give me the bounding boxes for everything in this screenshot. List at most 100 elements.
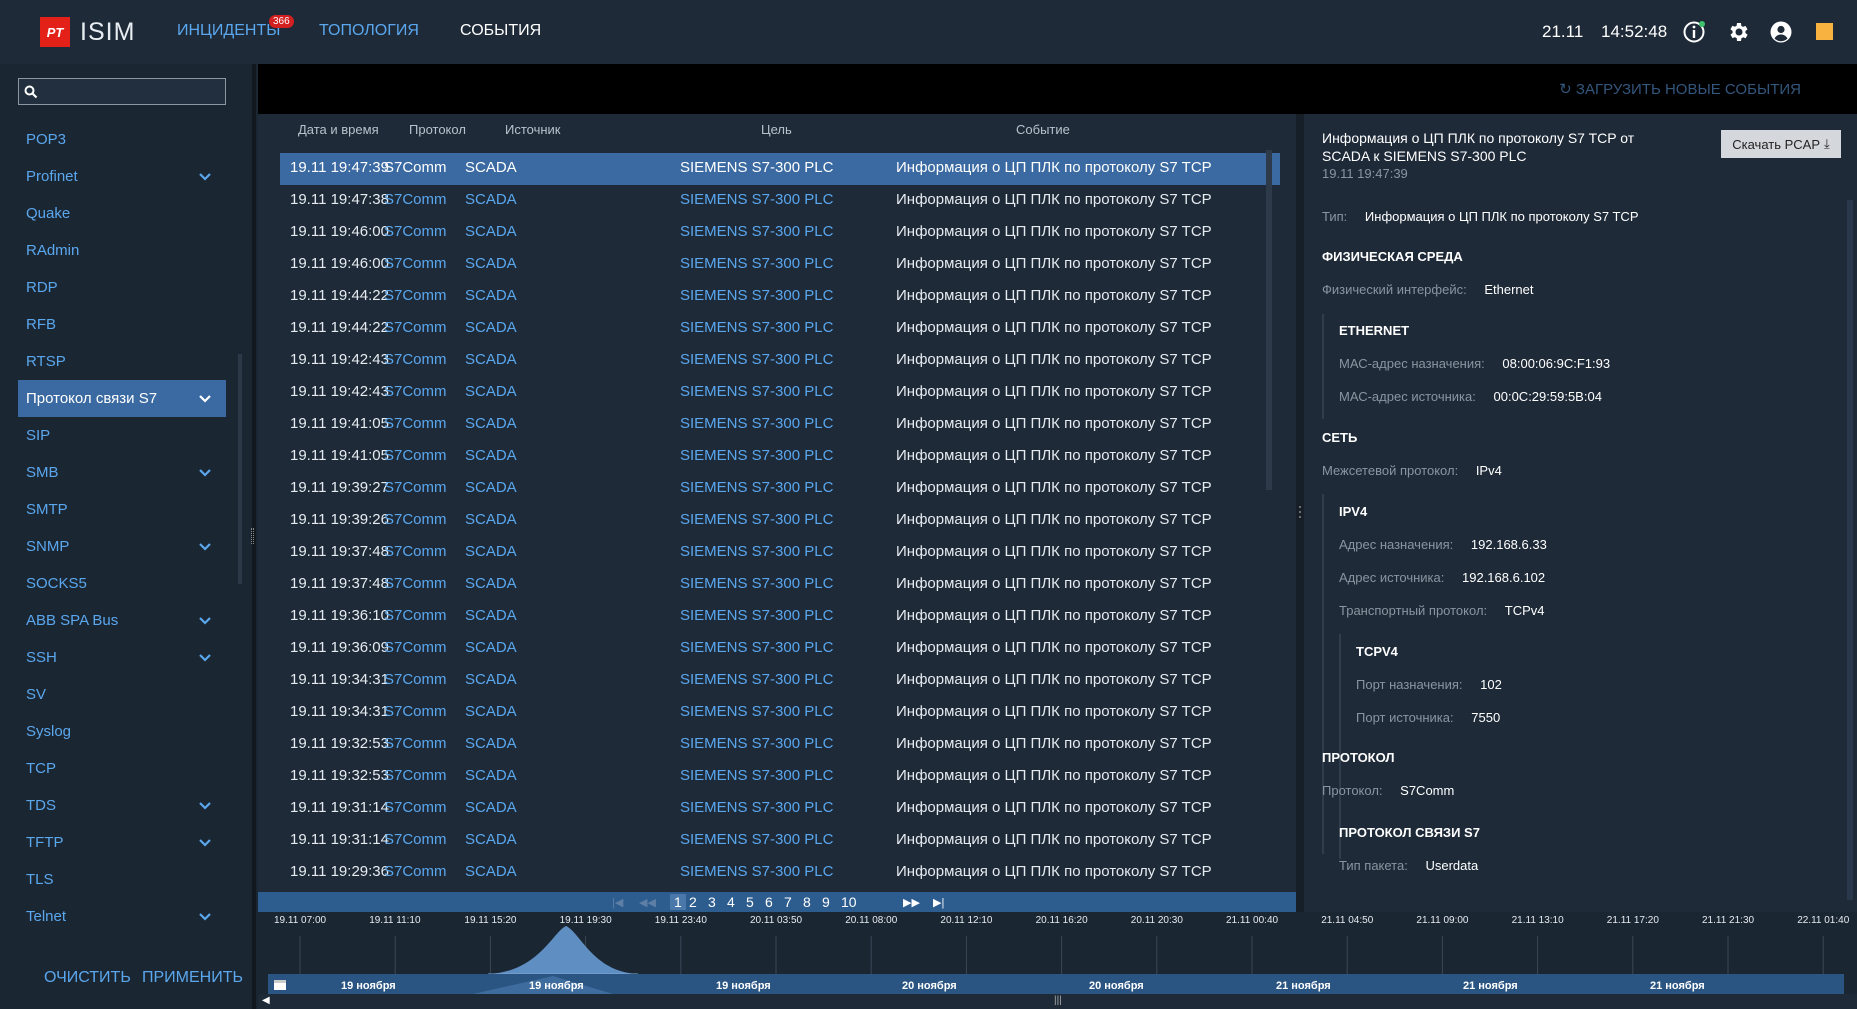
column-header-target[interactable]: Цель	[761, 122, 792, 137]
sidebar-resize-handle[interactable]	[251, 528, 254, 544]
user-account-icon[interactable]	[1769, 20, 1793, 44]
page-number[interactable]: 5	[746, 894, 754, 910]
cell-target[interactable]: SIEMENS S7-300 PLC	[680, 639, 833, 656]
cell-source[interactable]: SCADA	[465, 831, 517, 848]
sidebar-item[interactable]: Quake	[18, 195, 226, 232]
sidebar-item[interactable]: SOCKS5	[18, 565, 226, 602]
cell-protocol[interactable]: S7Comm	[384, 351, 447, 368]
status-indicator[interactable]	[1816, 23, 1833, 40]
cell-target[interactable]: SIEMENS S7-300 PLC	[680, 479, 833, 496]
cell-source[interactable]: SCADA	[465, 447, 517, 464]
cell-source[interactable]: SCADA	[465, 415, 517, 432]
cell-protocol[interactable]: S7Comm	[384, 831, 447, 848]
cell-source[interactable]: SCADA	[465, 735, 517, 752]
cell-protocol[interactable]: S7Comm	[384, 607, 447, 624]
cell-protocol[interactable]: S7Comm	[384, 575, 447, 592]
cell-source[interactable]: SCADA	[465, 511, 517, 528]
cell-protocol[interactable]: S7Comm	[384, 543, 447, 560]
table-row[interactable]: 19.11 19:47:39 S7Comm SCADA SIEMENS S7-300 …	[280, 153, 1280, 185]
clear-button[interactable]: ОЧИСТИТЬ	[44, 969, 131, 987]
table-row[interactable]: 19.11 19:39:27 S7Comm SCADA SIEMENS S7-300 …	[280, 473, 1280, 505]
cell-source[interactable]: SCADA	[465, 255, 517, 272]
gear-icon[interactable]	[1726, 20, 1750, 44]
cell-target[interactable]: SIEMENS S7-300 PLC	[680, 287, 833, 304]
timeline[interactable]: 19.11 07:00 19.11 11:10 19.11 15:20 19.11 1…	[258, 912, 1857, 1009]
cell-target[interactable]: SIEMENS S7-300 PLC	[680, 799, 833, 816]
cell-protocol[interactable]: S7Comm	[384, 447, 447, 464]
timeline-scrollbar[interactable]: ◀ |||	[258, 994, 1857, 1009]
table-scrollbar[interactable]	[1266, 150, 1272, 490]
cell-source[interactable]: SCADA	[465, 767, 517, 784]
chevron-down-icon[interactable]	[198, 910, 212, 924]
cell-source[interactable]: SCADA	[465, 543, 517, 560]
scroll-left-icon[interactable]: ◀	[262, 995, 270, 1006]
cell-target[interactable]: SIEMENS S7-300 PLC	[680, 319, 833, 336]
sidebar-item[interactable]: Syslog	[18, 713, 226, 750]
cell-protocol[interactable]: S7Comm	[384, 319, 447, 336]
sidebar-item[interactable]: SNMP	[18, 528, 226, 565]
sidebar-item[interactable]: TLS	[18, 861, 226, 898]
cell-source[interactable]: SCADA	[465, 159, 517, 176]
chevron-down-icon[interactable]	[198, 392, 212, 406]
cell-target[interactable]: SIEMENS S7-300 PLC	[680, 671, 833, 688]
cell-source[interactable]: SCADA	[465, 383, 517, 400]
table-row[interactable]: 19.11 19:31:14 S7Comm SCADA SIEMENS S7-300 …	[280, 793, 1280, 825]
sidebar-item[interactable]: TCP	[18, 750, 226, 787]
next-pages-icon[interactable]: ▶▶	[903, 896, 920, 909]
cell-target[interactable]: SIEMENS S7-300 PLC	[680, 159, 833, 176]
table-row[interactable]: 19.11 19:46:00 S7Comm SCADA SIEMENS S7-300 …	[280, 249, 1280, 281]
sidebar-item[interactable]: SMB	[18, 454, 226, 491]
cell-source[interactable]: SCADA	[465, 479, 517, 496]
detail-scrollbar[interactable]	[1847, 200, 1853, 900]
prev-pages-icon[interactable]: ◀◀	[639, 896, 656, 909]
chevron-down-icon[interactable]	[198, 799, 212, 813]
logo[interactable]: PT ISIM	[40, 16, 135, 48]
sidebar-item[interactable]: TFTP	[18, 824, 226, 861]
cell-target[interactable]: SIEMENS S7-300 PLC	[680, 383, 833, 400]
table-row[interactable]: 19.11 19:36:09 S7Comm SCADA SIEMENS S7-300 …	[280, 633, 1280, 665]
search-input[interactable]	[18, 78, 226, 105]
sidebar-item[interactable]: UDP	[18, 935, 226, 941]
sidebar-item[interactable]: ABB SPA Bus	[18, 602, 226, 639]
sidebar-scrollbar[interactable]	[238, 354, 242, 584]
cell-source[interactable]: SCADA	[465, 287, 517, 304]
cell-protocol[interactable]: S7Comm	[384, 159, 447, 176]
table-row[interactable]: 19.11 19:44:22 S7Comm SCADA SIEMENS S7-300 …	[280, 313, 1280, 345]
chevron-down-icon[interactable]	[198, 540, 212, 554]
cell-target[interactable]: SIEMENS S7-300 PLC	[680, 415, 833, 432]
cell-source[interactable]: SCADA	[465, 351, 517, 368]
sidebar-item[interactable]: POP3	[18, 121, 226, 158]
page-number[interactable]: 9	[822, 894, 830, 910]
cell-protocol[interactable]: S7Comm	[384, 383, 447, 400]
chevron-down-icon[interactable]	[198, 651, 212, 665]
sidebar-item[interactable]: RDP	[18, 269, 226, 306]
cell-protocol[interactable]: S7Comm	[384, 415, 447, 432]
page-number[interactable]: 7	[784, 894, 792, 910]
timeline-range-strip[interactable]	[268, 974, 1844, 994]
cell-protocol[interactable]: S7Comm	[384, 479, 447, 496]
column-header-protocol[interactable]: Протокол	[409, 122, 466, 137]
table-row[interactable]: 19.11 19:42:43 S7Comm SCADA SIEMENS S7-300 …	[280, 345, 1280, 377]
table-row[interactable]: 19.11 19:32:53 S7Comm SCADA SIEMENS S7-300 …	[280, 729, 1280, 761]
table-row[interactable]: 19.11 19:37:48 S7Comm SCADA SIEMENS S7-300 …	[280, 569, 1280, 601]
table-row[interactable]: 19.11 19:42:43 S7Comm SCADA SIEMENS S7-300 …	[280, 377, 1280, 409]
table-row[interactable]: 19.11 19:36:10 S7Comm SCADA SIEMENS S7-300 …	[280, 601, 1280, 633]
cell-target[interactable]: SIEMENS S7-300 PLC	[680, 511, 833, 528]
cell-source[interactable]: SCADA	[465, 191, 517, 208]
calendar-icon[interactable]	[273, 978, 287, 990]
table-row[interactable]: 19.11 19:32:53 S7Comm SCADA SIEMENS S7-300 …	[280, 761, 1280, 793]
nav-events[interactable]: СОБЫТИЯ	[460, 22, 541, 40]
table-row[interactable]: 19.11 19:37:48 S7Comm SCADA SIEMENS S7-300 …	[280, 537, 1280, 569]
cell-target[interactable]: SIEMENS S7-300 PLC	[680, 607, 833, 624]
table-row[interactable]: 19.11 19:46:00 S7Comm SCADA SIEMENS S7-300 …	[280, 217, 1280, 249]
chevron-down-icon[interactable]	[198, 170, 212, 184]
page-number[interactable]: 2	[689, 894, 697, 910]
table-row[interactable]: 19.11 19:47:38 S7Comm SCADA SIEMENS S7-300 …	[280, 185, 1280, 217]
cell-target[interactable]: SIEMENS S7-300 PLC	[680, 831, 833, 848]
chevron-down-icon[interactable]	[198, 466, 212, 480]
cell-source[interactable]: SCADA	[465, 575, 517, 592]
table-row[interactable]: 19.11 19:41:05 S7Comm SCADA SIEMENS S7-300 …	[280, 441, 1280, 473]
cell-protocol[interactable]: S7Comm	[384, 735, 447, 752]
sidebar-item[interactable]: RTSP	[18, 343, 226, 380]
table-row[interactable]: 19.11 19:39:26 S7Comm SCADA SIEMENS S7-300 …	[280, 505, 1280, 537]
